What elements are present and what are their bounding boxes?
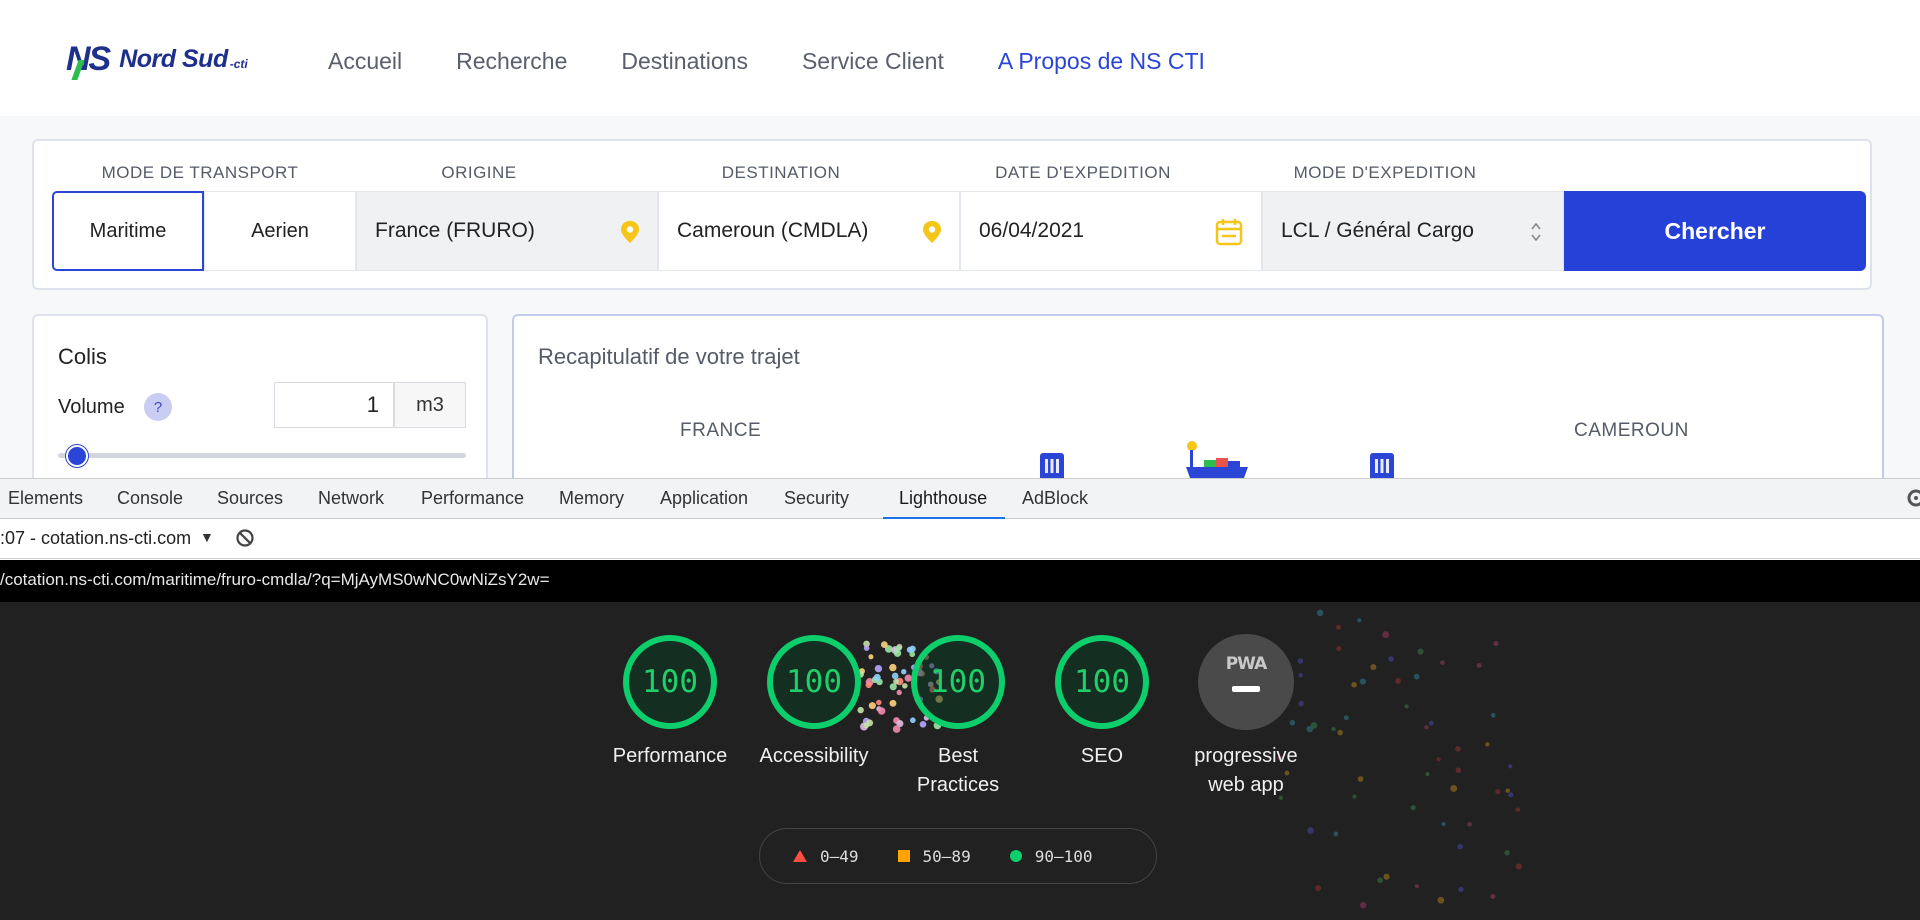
volume-slider-track[interactable] [58, 453, 466, 458]
volume-input[interactable]: 1 [274, 382, 394, 428]
expedition-mode-select[interactable]: LCL / Général Cargo [1262, 191, 1564, 271]
logo-name: Nord Sud [119, 45, 228, 73]
location-pin-icon [923, 221, 941, 243]
tab-network[interactable]: Network [318, 488, 384, 509]
gear-icon[interactable] [1902, 487, 1920, 509]
score-value: 100 [786, 664, 842, 700]
devtools-tab-bar: Elements Console Sources Network Perform… [0, 478, 1920, 520]
label-destination: DESTINATION [721, 163, 841, 182]
label-origine: ORIGINE [441, 163, 517, 182]
gauge-accessibility[interactable]: 100 [766, 634, 862, 730]
tab-sources[interactable]: Sources [217, 488, 283, 509]
logo-ns-mark: NS [66, 40, 111, 78]
tab-console[interactable]: Console [117, 488, 183, 509]
cargo-ship-icon [1186, 441, 1248, 478]
score-value: 100 [930, 664, 986, 700]
destination-value: Cameroun (CMDLA) [677, 219, 869, 242]
label-date-expedition: DATE D'EXPEDITION [995, 163, 1171, 182]
gauge-label-seo: SEO [1080, 745, 1124, 767]
nav-service-client[interactable]: Service Client [802, 48, 944, 75]
report-url: /cotation.ns-cti.com/maritime/fruro-cmdl… [0, 560, 1920, 602]
gauge-best-practices[interactable]: 100 [910, 634, 1006, 730]
gauge-label-pwa: progressive web app [1194, 745, 1298, 796]
score-value: 100 [1074, 664, 1130, 700]
nav-a-propos[interactable]: A Propos de NS CTI [998, 48, 1205, 75]
tab-adblock[interactable]: AdBlock [1022, 488, 1088, 509]
label-mode-transport: MODE DE TRANSPORT [101, 163, 299, 182]
gauge-label-best-practices: Best Practices [916, 745, 1000, 796]
label-mode-expedition: MODE D'EXPEDITION [1293, 163, 1477, 182]
tab-elements[interactable]: Elements [8, 488, 83, 509]
nav-destinations[interactable]: Destinations [621, 48, 748, 75]
gauge-label-accessibility: Accessibility [759, 745, 869, 767]
tab-memory[interactable]: Memory [559, 488, 624, 509]
site-navbar: NS Nord Sud -cti Accueil Recherche Desti… [0, 0, 1920, 116]
site-logo[interactable]: NS Nord Sud -cti [66, 40, 248, 79]
gauge-seo[interactable]: 100 [1054, 634, 1150, 730]
volume-help-icon[interactable]: ? [144, 393, 172, 421]
origin-warehouse-icon [1040, 453, 1064, 478]
tab-security[interactable]: Security [784, 488, 849, 509]
legend-average: 50–89 [897, 847, 971, 866]
route-summary-card: Recapitulatif de votre trajet FRANCE CAM… [512, 314, 1884, 478]
origin-value: France (FRURO) [375, 219, 535, 242]
score-legend: 0–49 50–89 90–100 [759, 828, 1157, 884]
select-arrows-icon [1531, 222, 1541, 242]
square-icon [897, 850, 910, 862]
legend-fail-range: 0–49 [820, 846, 859, 866]
expedition-mode-value: LCL / Général Cargo [1281, 219, 1474, 242]
nav-accueil[interactable]: Accueil [328, 48, 402, 75]
score-value: 100 [642, 664, 698, 700]
destination-warehouse-icon [1370, 453, 1394, 478]
calendar-icon[interactable] [1215, 218, 1243, 246]
nav-recherche[interactable]: Recherche [456, 48, 567, 75]
colis-title: Colis [58, 344, 107, 369]
mode-maritime-button[interactable]: Maritime [52, 191, 204, 271]
tab-application[interactable]: Application [660, 488, 748, 509]
volume-label: Volume [58, 396, 125, 418]
mode-aerien-button[interactable]: Aerien [204, 191, 356, 271]
pwa-badge-icon: PWA [1225, 654, 1268, 674]
tab-performance[interactable]: Performance [421, 488, 524, 509]
website-viewport: NS Nord Sud -cti Accueil Recherche Desti… [0, 0, 1920, 478]
triangle-icon [793, 850, 807, 862]
site-nav: Accueil Recherche Destinations Service C… [328, 48, 1259, 75]
lighthouse-toolbar: :07 - cotation.ns-cti.com ▼ [0, 519, 1920, 559]
circle-icon [1009, 850, 1022, 862]
score-gauges: 100 Performance 100 Accessibility 100 Be… [0, 602, 1920, 920]
page: NS Nord Sud -cti Accueil Recherche Desti… [0, 0, 1920, 920]
legend-average-range: 50–89 [922, 846, 971, 866]
search-form: MODE DE TRANSPORT ORIGINE DESTINATION DA… [32, 139, 1872, 290]
destination-field[interactable]: Cameroun (CMDLA) [658, 191, 960, 271]
report-selector[interactable]: :07 - cotation.ns-cti.com [0, 528, 191, 549]
route-summary-title: Recapitulatif de votre trajet [538, 344, 800, 369]
devtools-panel: Elements Console Sources Network Perform… [0, 478, 1920, 920]
gauge-pwa[interactable]: PWA [1198, 634, 1294, 730]
tab-lighthouse[interactable]: Lighthouse [899, 488, 987, 509]
gauge-label-performance: Performance [612, 745, 728, 767]
search-submit-button[interactable]: Chercher [1564, 191, 1866, 271]
origin-country: FRANCE [680, 420, 762, 441]
chevron-down-icon[interactable]: ▼ [200, 529, 214, 545]
legend-pass: 90–100 [1009, 847, 1093, 866]
legend-fail: 0–49 [792, 847, 859, 866]
pwa-dash [1232, 686, 1260, 692]
origin-field[interactable]: France (FRURO) [356, 191, 658, 271]
logo-suffix: -cti [229, 56, 248, 71]
colis-card: Colis Volume ? 1 m3 [32, 314, 488, 478]
volume-unit: m3 [394, 382, 466, 428]
lighthouse-report: /cotation.ns-cti.com/maritime/fruro-cmdl… [0, 560, 1920, 920]
destination-country: CAMEROUN [1574, 420, 1689, 441]
date-value: 06/04/2021 [979, 219, 1085, 242]
gauge-performance[interactable]: 100 [622, 634, 718, 730]
volume-slider-thumb[interactable] [66, 445, 88, 467]
clear-report-icon[interactable] [235, 528, 255, 548]
date-field[interactable]: 06/04/2021 [960, 191, 1262, 271]
legend-pass-range: 90–100 [1034, 846, 1093, 866]
location-pin-icon [621, 221, 639, 243]
